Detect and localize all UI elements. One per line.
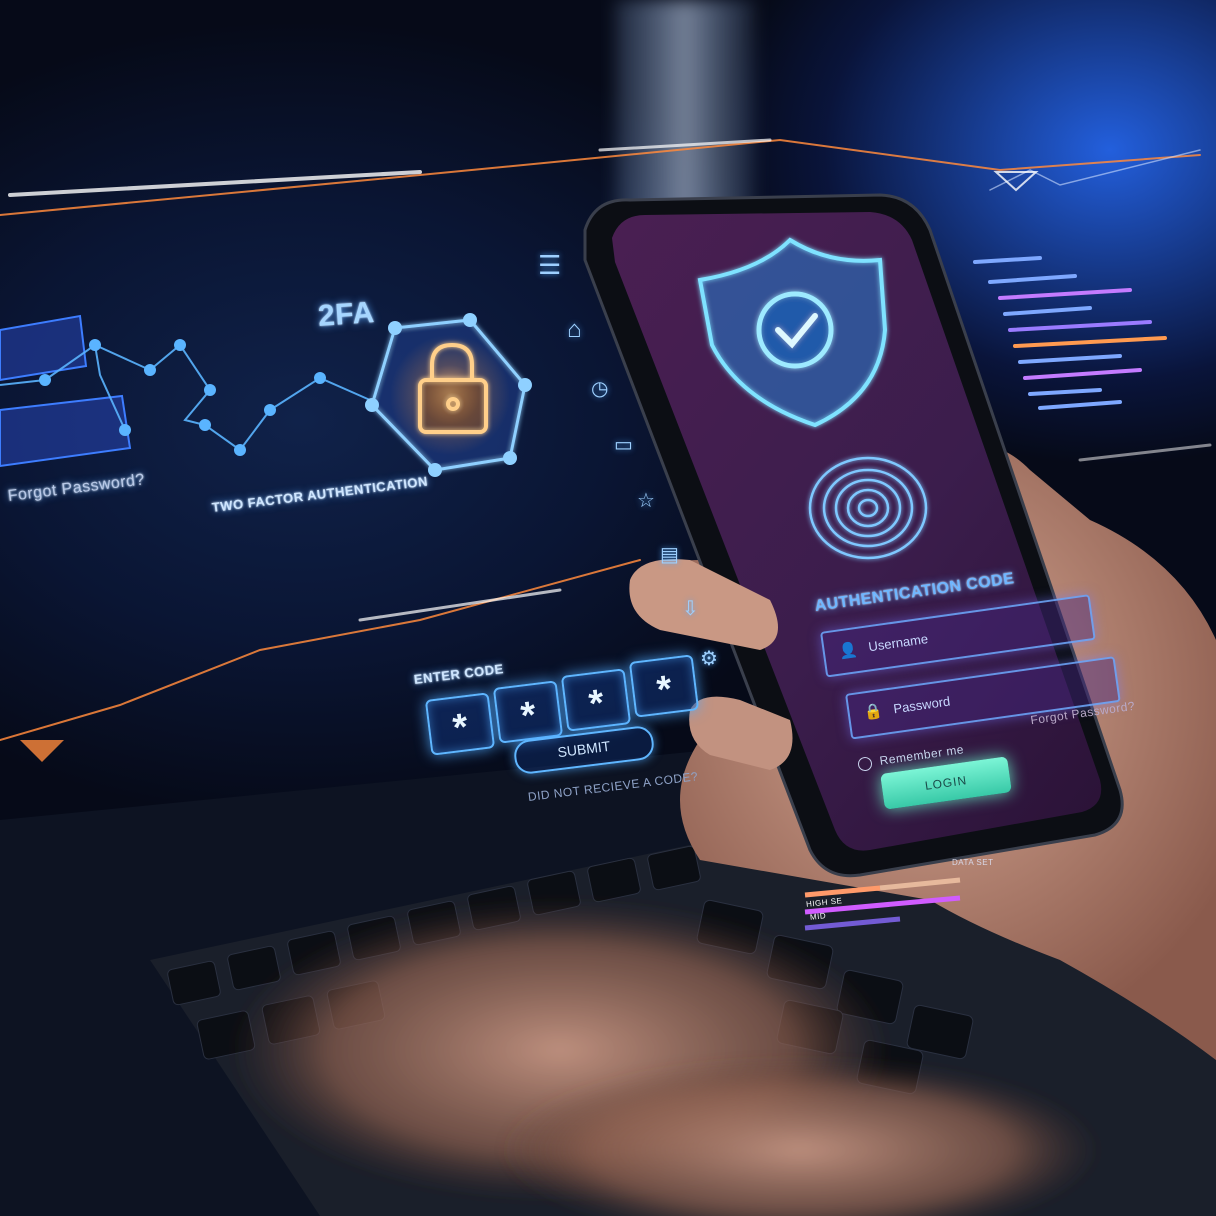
star-icon[interactable]: ☆ (637, 488, 655, 513)
username-placeholder: Username (867, 631, 929, 655)
password-placeholder: Password (892, 693, 952, 717)
lock-small-icon: 🔒 (862, 702, 884, 722)
data-set-label: DATA SET (952, 858, 994, 867)
left-login-panels (0, 314, 132, 468)
mid-label: MID (809, 911, 827, 922)
code-digit-2[interactable]: * (492, 680, 564, 744)
clock-icon[interactable]: ◷ (591, 376, 608, 401)
document-icon[interactable]: ▤ (660, 542, 679, 567)
menu-icon[interactable]: ☰ (538, 250, 561, 281)
folder-icon[interactable]: ▭ (614, 432, 633, 457)
code-digit-1[interactable]: * (424, 692, 496, 756)
user-icon: 👤 (837, 641, 859, 661)
photo-scene: Forgot Password? 2FA TWO FACTOR AUTHENTI… (0, 0, 1216, 1216)
code-digit-4[interactable]: * (628, 654, 700, 718)
code-digit-3[interactable]: * (560, 668, 632, 732)
download-icon[interactable]: ⇩ (682, 596, 699, 621)
checkbox-icon[interactable] (857, 755, 873, 772)
right-bars (973, 256, 1167, 410)
home-icon[interactable]: ⌂ (567, 316, 582, 344)
gear-icon[interactable]: ⚙ (700, 646, 718, 671)
twofa-title: 2FA (316, 296, 376, 333)
